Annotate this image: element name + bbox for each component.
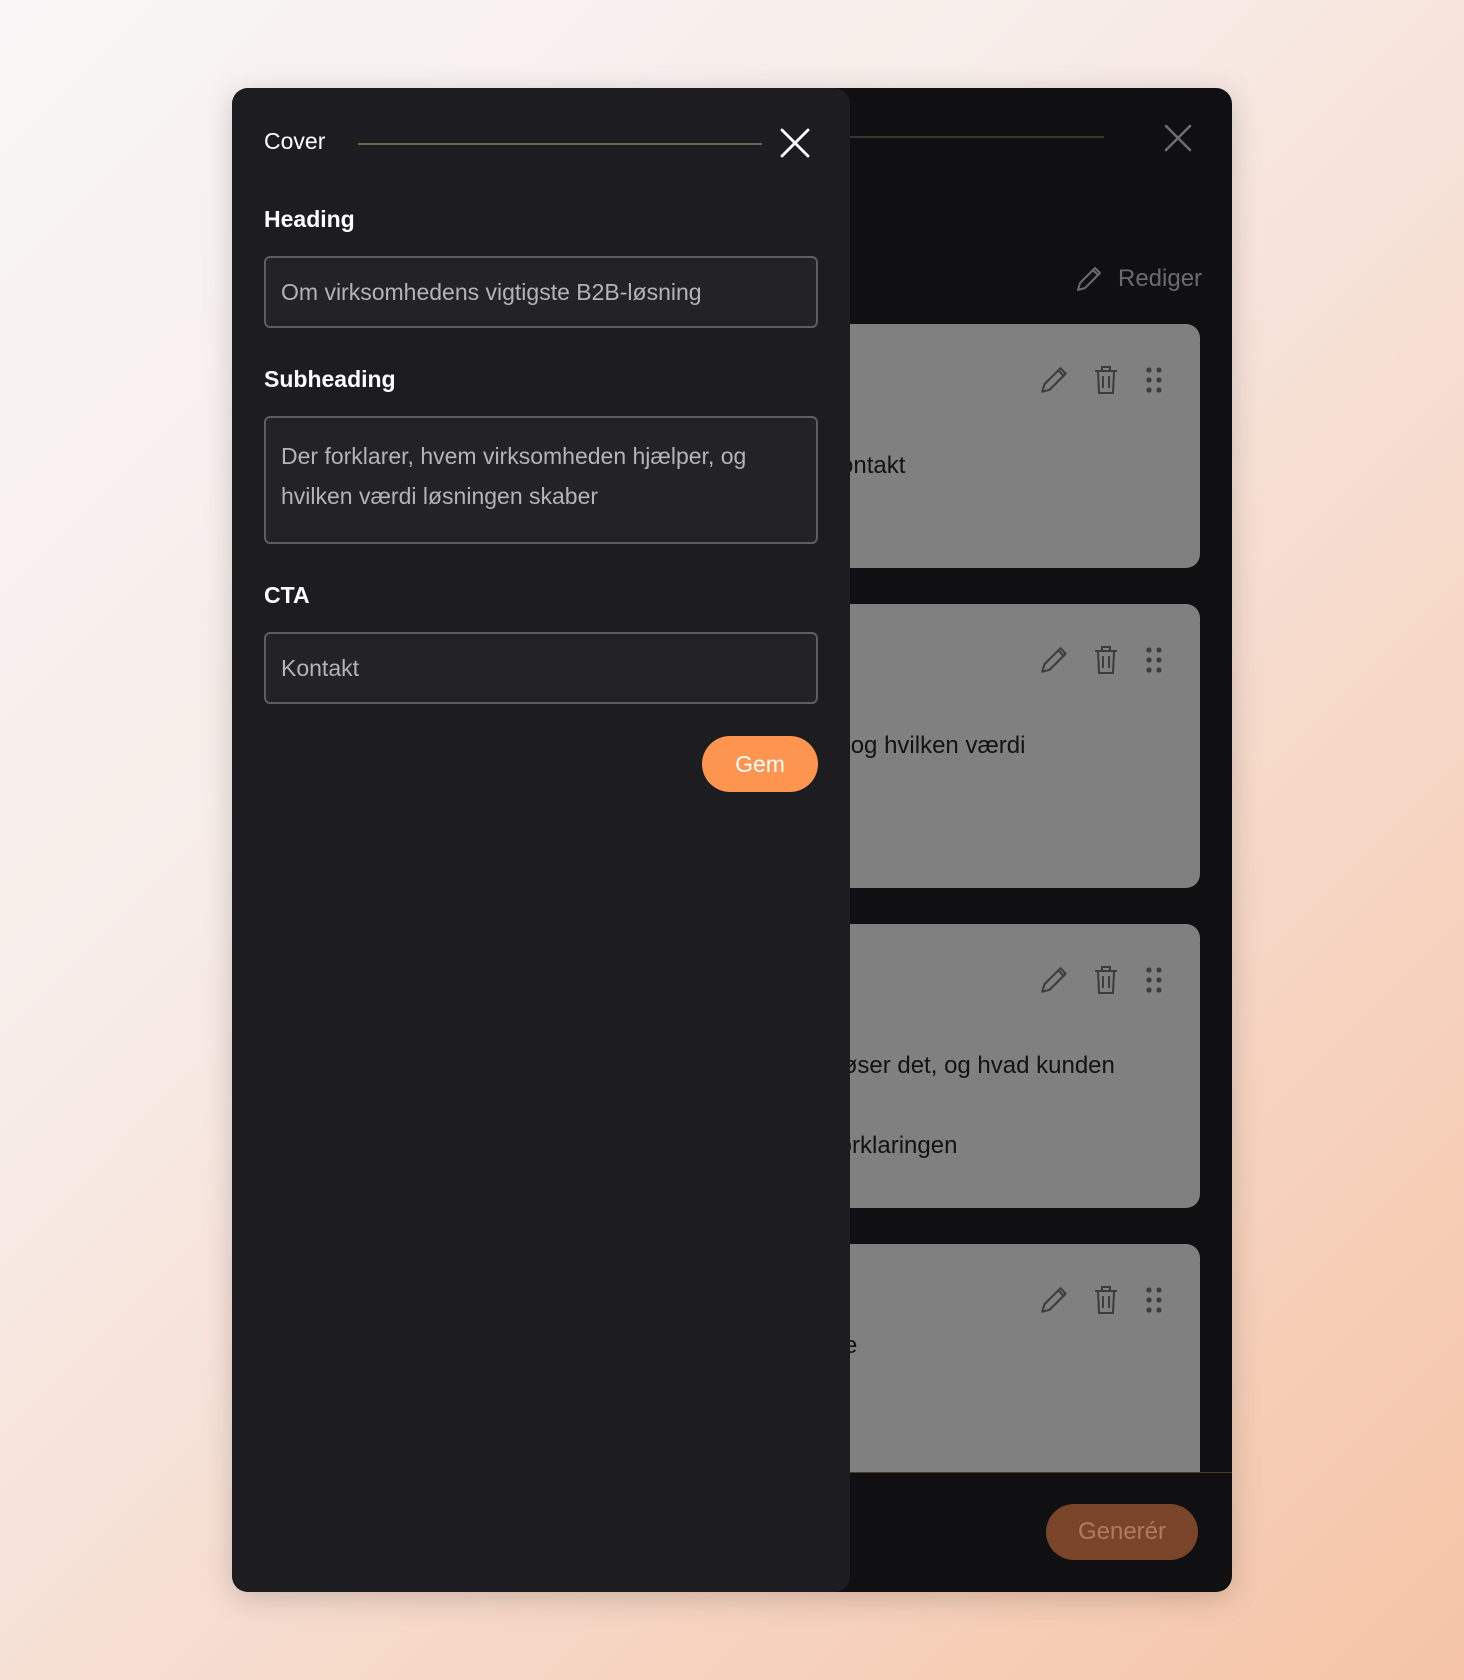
drag-handle-icon[interactable] xyxy=(1142,644,1166,676)
section-card[interactable]: g per, og hvilken værdi xyxy=(792,604,1200,888)
close-icon[interactable] xyxy=(1162,122,1194,154)
cta-label: CTA xyxy=(264,582,310,608)
save-button[interactable]: Gem xyxy=(702,736,818,792)
pencil-icon[interactable] xyxy=(1038,1284,1070,1316)
trash-icon[interactable] xyxy=(1092,964,1120,996)
section-card[interactable]: e de løser det, og hvad kunden er forkla… xyxy=(792,924,1200,1208)
pencil-icon[interactable] xyxy=(1038,364,1070,396)
edit-label: Rediger xyxy=(1118,265,1203,292)
section-card[interactable]: rdele xyxy=(792,1244,1200,1472)
edit-button[interactable]: Rediger xyxy=(1074,264,1202,294)
trash-icon[interactable] xyxy=(1092,1284,1120,1316)
title-divider xyxy=(358,143,762,145)
subheading-textarea[interactable]: Der forklarer, hvem virksomheden hjælper… xyxy=(264,416,818,544)
heading-input[interactable] xyxy=(264,256,818,328)
pencil-icon[interactable] xyxy=(1038,644,1070,676)
section-card[interactable]: g Kontakt xyxy=(792,324,1200,568)
close-icon[interactable] xyxy=(778,126,812,160)
trash-icon[interactable] xyxy=(1092,644,1120,676)
heading-label: Heading xyxy=(264,206,355,232)
pencil-icon[interactable] xyxy=(1038,964,1070,996)
cta-input[interactable] xyxy=(264,632,818,704)
cover-editor-panel: Cover Heading Subheading Der forklarer, … xyxy=(232,88,850,1592)
drag-handle-icon[interactable] xyxy=(1142,1284,1166,1316)
subheading-label: Subheading xyxy=(264,366,396,392)
generate-button[interactable]: Generér xyxy=(1046,1504,1198,1560)
drag-handle-icon[interactable] xyxy=(1142,364,1166,396)
drag-handle-icon[interactable] xyxy=(1142,964,1166,996)
panel-title: Cover xyxy=(264,128,326,154)
pencil-icon xyxy=(1077,267,1101,291)
modal-window: Rediger g Kontakt g per, og hvilken værd… xyxy=(232,88,1232,1592)
card-text: e de løser det, og hvad kunden er forkla… xyxy=(804,1012,1115,1159)
trash-icon[interactable] xyxy=(1092,364,1120,396)
